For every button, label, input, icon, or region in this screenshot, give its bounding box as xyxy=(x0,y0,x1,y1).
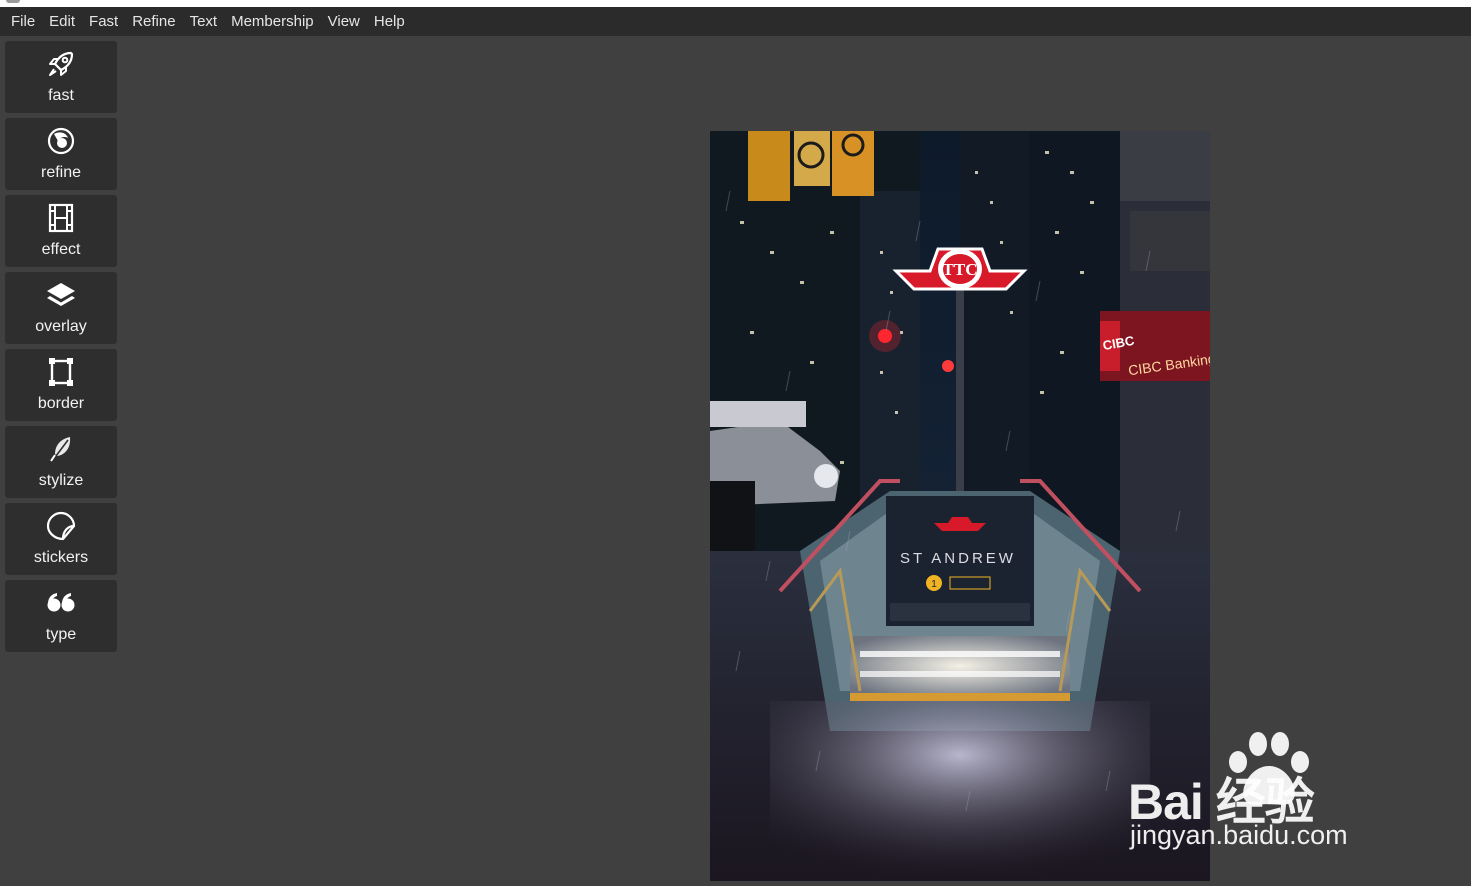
menu-help[interactable]: Help xyxy=(367,7,412,36)
tool-sidebar: fast refine effect overlay border styliz… xyxy=(5,41,117,657)
menubar: File Edit Fast Refine Text Membership Vi… xyxy=(0,7,1471,36)
ttc-logo: TTC xyxy=(943,260,978,279)
station-name: ST ANDREW xyxy=(900,550,1016,567)
tool-label: stylize xyxy=(38,472,84,489)
aperture-icon xyxy=(46,126,76,156)
tool-overlay-button[interactable]: overlay xyxy=(5,272,117,344)
tool-label: effect xyxy=(41,241,81,258)
menu-fast[interactable]: Fast xyxy=(82,7,125,36)
menu-membership[interactable]: Membership xyxy=(224,7,321,36)
quote-icon xyxy=(46,588,76,618)
tool-label: refine xyxy=(40,164,82,181)
tool-stickers-button[interactable]: stickers xyxy=(5,503,117,575)
window-icon xyxy=(6,0,20,3)
menu-edit[interactable]: Edit xyxy=(42,7,82,36)
sticker-icon xyxy=(46,511,76,541)
tool-effect-button[interactable]: effect xyxy=(5,195,117,267)
tool-refine-button[interactable]: refine xyxy=(5,118,117,190)
layers-icon xyxy=(46,280,76,310)
tool-stylize-button[interactable]: stylize xyxy=(5,426,117,498)
tool-fast-button[interactable]: fast xyxy=(5,41,117,113)
tool-border-button[interactable]: border xyxy=(5,349,117,421)
tool-label: fast xyxy=(48,87,74,104)
baidu-jingyan-watermark: Bai 经验 jingyan.baidu.com xyxy=(1128,728,1398,858)
menu-view[interactable]: View xyxy=(321,7,367,36)
tool-label: border xyxy=(37,395,85,412)
watermark-url: jingyan.baidu.com xyxy=(1130,820,1348,850)
menu-text[interactable]: Text xyxy=(183,7,225,36)
window-title-strip xyxy=(0,0,1471,7)
tool-label: type xyxy=(45,626,77,643)
tool-type-button[interactable]: type xyxy=(5,580,117,652)
tool-label: stickers xyxy=(33,549,89,566)
frame-icon xyxy=(46,357,76,387)
film-icon xyxy=(46,203,76,233)
tool-label: overlay xyxy=(35,318,87,335)
menu-file[interactable]: File xyxy=(4,7,42,36)
rocket-icon xyxy=(46,49,76,79)
line-number-badge: 1 xyxy=(931,579,937,590)
feather-icon xyxy=(46,434,76,464)
menu-refine[interactable]: Refine xyxy=(125,7,182,36)
